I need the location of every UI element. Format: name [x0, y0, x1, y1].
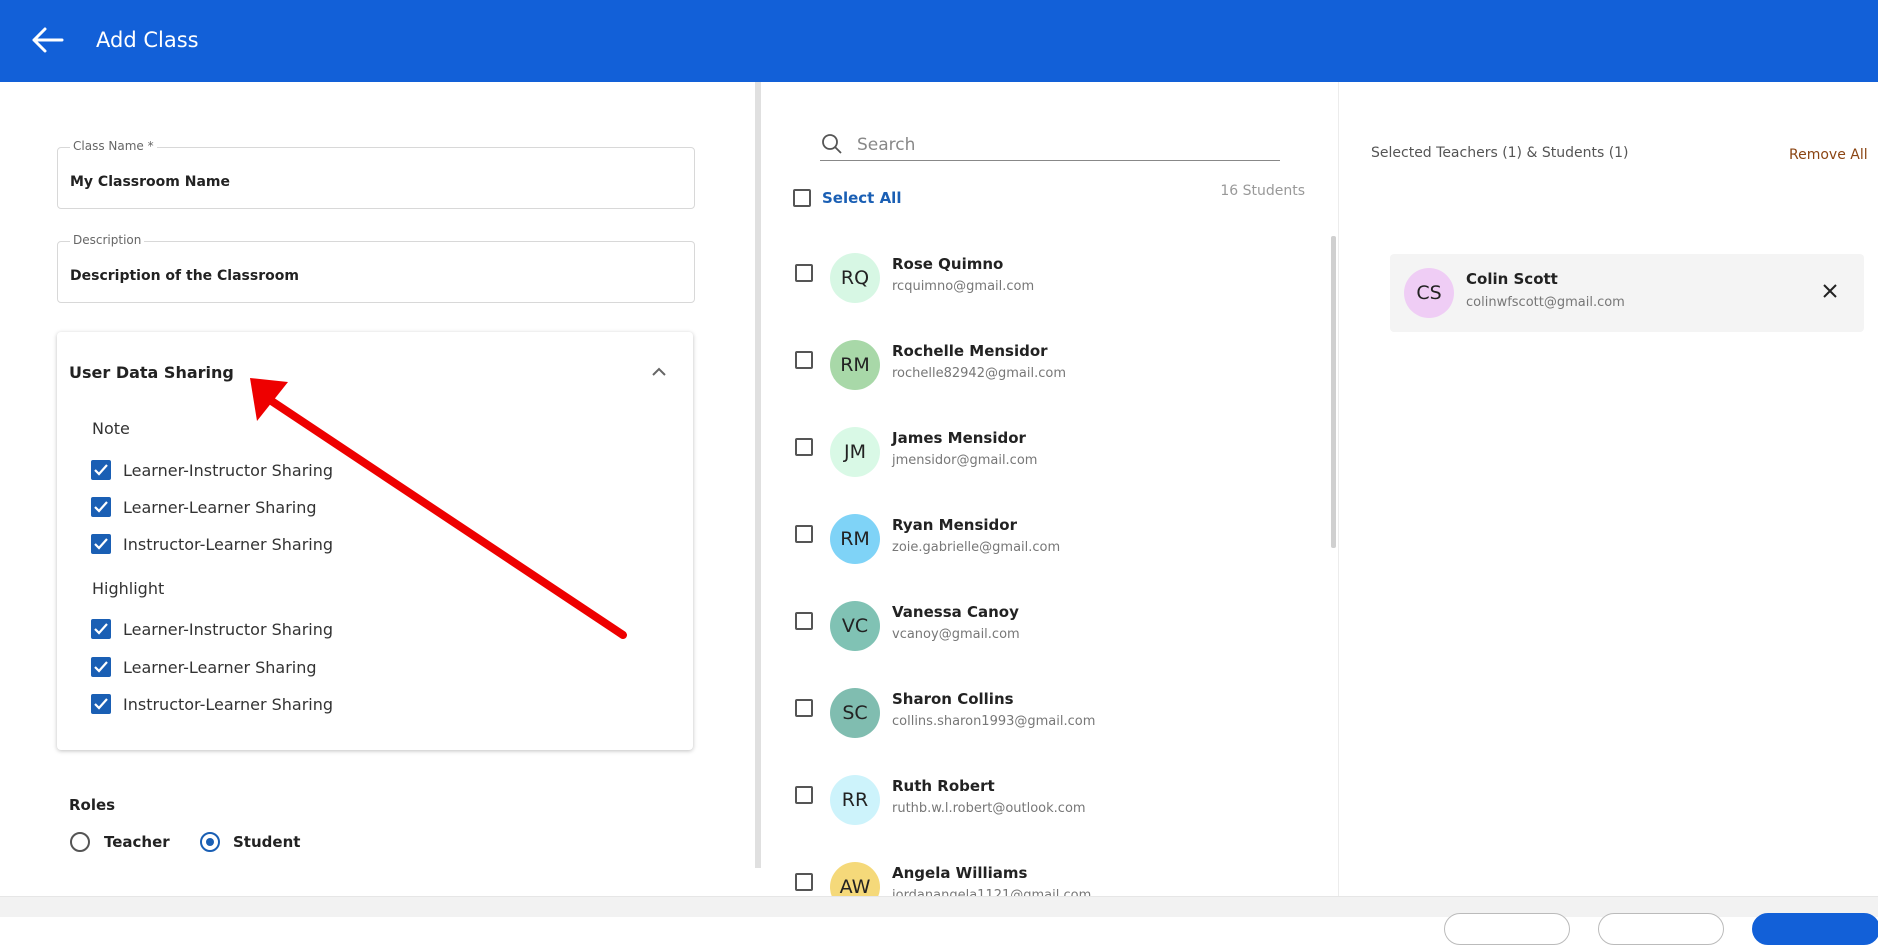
student-checkbox[interactable]: [795, 438, 813, 456]
avatar: CS: [1404, 268, 1454, 318]
checkbox-checked-icon[interactable]: [91, 657, 111, 677]
footer-bar: [0, 896, 1878, 917]
avatar: RR: [830, 775, 880, 825]
avatar: RQ: [830, 253, 880, 303]
student-name: James Mensidor: [892, 429, 1026, 447]
list-item[interactable]: VC Vanessa Canoy vcanoy@gmail.com: [762, 584, 1332, 671]
student-count: 16 Students: [1220, 183, 1305, 199]
chevron-up-icon[interactable]: [647, 360, 671, 384]
avatar: RM: [830, 514, 880, 564]
student-name: Rochelle Mensidor: [892, 342, 1048, 360]
checkbox-checked-icon[interactable]: [91, 497, 111, 517]
class-name-value[interactable]: My Classroom Name: [70, 174, 230, 190]
selected-item-card: CS Colin Scott colinwfscott@gmail.com: [1390, 254, 1864, 332]
search-box[interactable]: [820, 128, 1280, 161]
remove-all-link[interactable]: Remove All: [1789, 147, 1868, 163]
description-label: Description: [70, 233, 145, 247]
app-header: Add Class: [0, 0, 1878, 82]
back-arrow-icon[interactable]: [30, 24, 70, 56]
search-icon: [820, 132, 844, 160]
footer-button[interactable]: [1598, 913, 1724, 945]
list-item[interactable]: RQ Rose Quimno rcquimno@gmail.com: [762, 236, 1332, 323]
list-item[interactable]: RM Ryan Mensidor zoie.gabrielle@gmail.co…: [762, 497, 1332, 584]
checkbox-checked-icon[interactable]: [91, 534, 111, 554]
student-name: Ruth Robert: [892, 777, 995, 795]
description-value[interactable]: Description of the Classroom: [70, 268, 299, 284]
class-name-label: Class Name *: [70, 139, 157, 153]
student-checkbox[interactable]: [795, 351, 813, 369]
list-item[interactable]: SC Sharon Collins collins.sharon1993@gma…: [762, 671, 1332, 758]
student-checkbox[interactable]: [795, 873, 813, 891]
checkbox-checked-icon[interactable]: [91, 460, 111, 480]
close-icon[interactable]: [1819, 280, 1841, 302]
student-name: Angela Williams: [892, 864, 1028, 882]
footer-button[interactable]: [1444, 913, 1570, 945]
selected-summary: Selected Teachers (1) & Students (1): [1371, 145, 1629, 161]
avatar: AW: [830, 862, 880, 898]
student-name: Vanessa Canoy: [892, 603, 1019, 621]
option-label: Instructor-Learner Sharing: [123, 695, 334, 714]
student-email: rcquimno@gmail.com: [892, 279, 1035, 294]
column-divider: [1338, 82, 1339, 898]
student-email: rochelle82942@gmail.com: [892, 366, 1066, 381]
avatar: JM: [830, 427, 880, 477]
option-label: Learner-Instructor Sharing: [123, 461, 334, 480]
student-email: ruthb.w.l.robert@outlook.com: [892, 801, 1086, 816]
page-title: Add Class: [96, 28, 199, 52]
avatar: VC: [830, 601, 880, 651]
teacher-radio[interactable]: [70, 832, 90, 852]
checkbox-checked-icon[interactable]: [91, 619, 111, 639]
student-list-scrollbar[interactable]: [1331, 236, 1336, 548]
checkbox-checked-icon[interactable]: [91, 694, 111, 714]
roles-title: Roles: [69, 796, 116, 814]
column-divider[interactable]: [755, 82, 761, 868]
search-input[interactable]: [855, 131, 1259, 159]
select-all-checkbox[interactable]: [793, 189, 811, 207]
option-label: Learner-Learner Sharing: [123, 498, 317, 517]
description-field[interactable]: Description Description of the Classroom: [57, 233, 695, 303]
list-item[interactable]: JM James Mensidor jmensidor@gmail.com: [762, 410, 1332, 497]
footer-primary-button[interactable]: [1752, 913, 1878, 945]
option-label: Learner-Instructor Sharing: [123, 620, 334, 639]
student-name: Ryan Mensidor: [892, 516, 1017, 534]
student-label[interactable]: Student: [233, 833, 300, 851]
student-email: jmensidor@gmail.com: [892, 453, 1038, 468]
class-name-field[interactable]: Class Name * My Classroom Name: [57, 139, 695, 209]
list-item[interactable]: RM Rochelle Mensidor rochelle82942@gmail…: [762, 323, 1332, 410]
student-checkbox[interactable]: [795, 786, 813, 804]
option-label: Instructor-Learner Sharing: [123, 535, 334, 554]
student-email: zoie.gabrielle@gmail.com: [892, 540, 1061, 555]
list-item[interactable]: AW Angela Williams jordanangela1121@gmai…: [762, 845, 1332, 898]
student-list: RQ Rose Quimno rcquimno@gmail.com RM Roc…: [762, 236, 1332, 898]
avatar: RM: [830, 340, 880, 390]
student-email: collins.sharon1993@gmail.com: [892, 714, 1096, 729]
user-data-sharing-title: User Data Sharing: [69, 363, 234, 382]
student-checkbox[interactable]: [795, 525, 813, 543]
avatar: SC: [830, 688, 880, 738]
student-checkbox[interactable]: [795, 612, 813, 630]
selected-name: Colin Scott: [1466, 270, 1558, 288]
selected-email: colinwfscott@gmail.com: [1466, 295, 1625, 310]
student-radio[interactable]: [200, 832, 220, 852]
user-data-sharing-panel: User Data Sharing Note Learner-Instructo…: [57, 332, 693, 750]
student-name: Rose Quimno: [892, 255, 1004, 273]
list-item[interactable]: RR Ruth Robert ruthb.w.l.robert@outlook.…: [762, 758, 1332, 845]
student-name: Sharon Collins: [892, 690, 1014, 708]
student-checkbox[interactable]: [795, 264, 813, 282]
highlight-group-title: Highlight: [92, 579, 165, 598]
student-checkbox[interactable]: [795, 699, 813, 717]
teacher-label[interactable]: Teacher: [104, 833, 170, 851]
option-label: Learner-Learner Sharing: [123, 658, 317, 677]
select-all-link[interactable]: Select All: [822, 189, 901, 207]
student-email: vcanoy@gmail.com: [892, 627, 1020, 642]
note-group-title: Note: [92, 419, 130, 438]
